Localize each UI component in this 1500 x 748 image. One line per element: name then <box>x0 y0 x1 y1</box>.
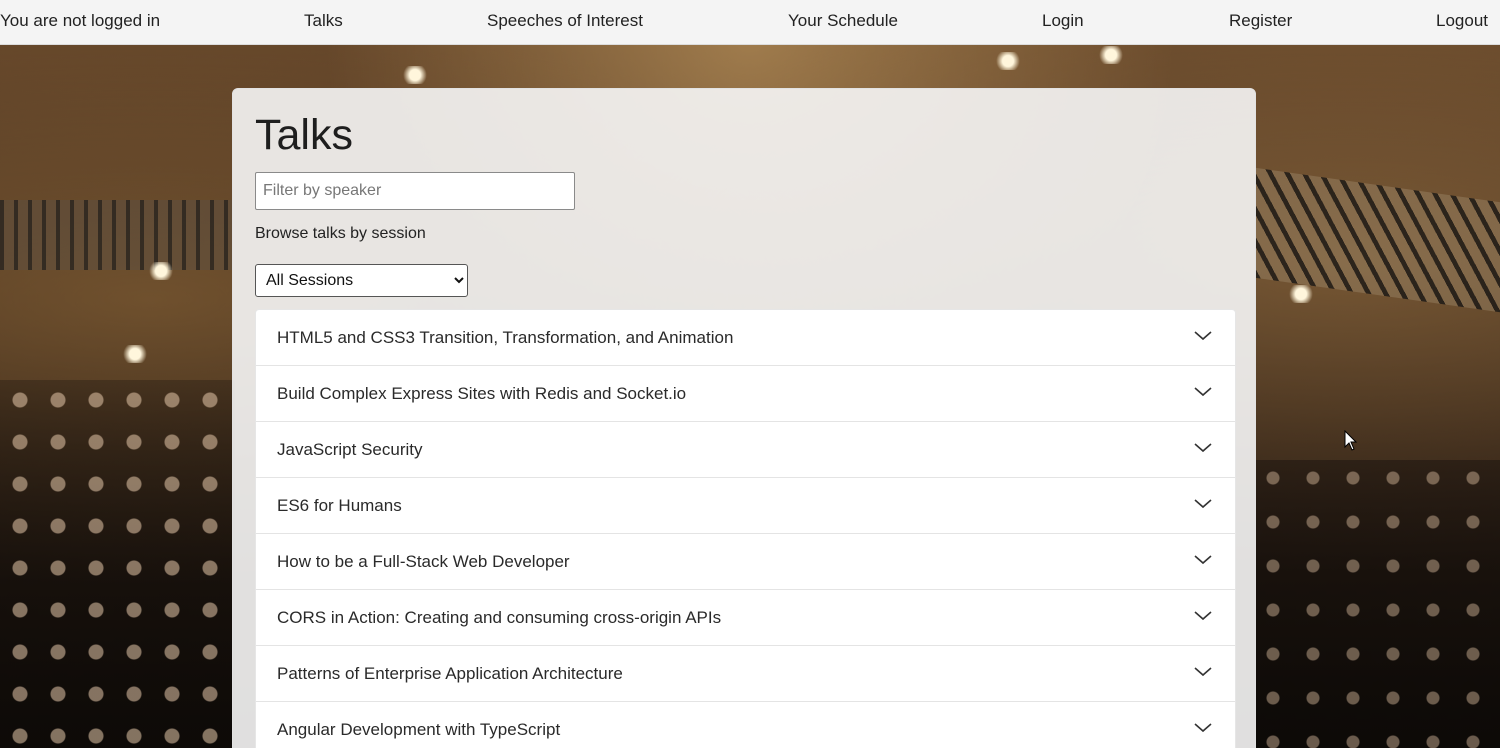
wall-lamp-icon <box>148 262 174 280</box>
talks-panel: Talks Browse talks by session All Sessio… <box>232 88 1256 748</box>
chevron-down-icon[interactable] <box>1193 494 1213 514</box>
chevron-down-icon[interactable] <box>1193 550 1213 570</box>
chevron-down-icon[interactable] <box>1193 662 1213 682</box>
talk-title: Patterns of Enterprise Application Archi… <box>277 664 623 683</box>
ceiling-light-icon <box>995 52 1021 70</box>
talk-item[interactable]: JavaScript Security <box>256 422 1235 478</box>
chevron-down-icon[interactable] <box>1193 606 1213 626</box>
ceiling-light-icon <box>402 66 428 84</box>
wall-lamp-icon <box>1288 285 1314 303</box>
talk-item[interactable]: HTML5 and CSS3 Transition, Transformatio… <box>256 310 1235 366</box>
nav-register-link[interactable]: Register <box>1229 11 1292 31</box>
talk-title: HTML5 and CSS3 Transition, Transformatio… <box>277 328 734 347</box>
nav-login-link[interactable]: Login <box>1042 11 1084 31</box>
background-audience-right <box>1255 460 1500 748</box>
talk-item[interactable]: CORS in Action: Creating and consuming c… <box>256 590 1235 646</box>
speaker-filter-input[interactable] <box>255 172 575 210</box>
talk-list: HTML5 and CSS3 Transition, Transformatio… <box>255 309 1236 748</box>
talk-item[interactable]: Patterns of Enterprise Application Archi… <box>256 646 1235 702</box>
top-navigation: You are not logged in Talks Speeches of … <box>0 0 1500 45</box>
talk-item[interactable]: How to be a Full-Stack Web Developer <box>256 534 1235 590</box>
session-select[interactable]: All Sessions <box>255 264 468 297</box>
talk-title: Angular Development with TypeScript <box>277 720 561 739</box>
wall-lamp-icon <box>122 345 148 363</box>
nav-talks-link[interactable]: Talks <box>304 11 343 31</box>
talk-title: ES6 for Humans <box>277 496 402 515</box>
talk-title: CORS in Action: Creating and consuming c… <box>277 608 722 627</box>
talk-title: JavaScript Security <box>277 440 423 459</box>
browse-sessions-label: Browse talks by session <box>255 225 426 242</box>
chevron-down-icon[interactable] <box>1193 718 1213 738</box>
talk-title: Build Complex Express Sites with Redis a… <box>277 384 687 403</box>
mouse-pointer-icon <box>1344 430 1358 451</box>
talk-title: How to be a Full-Stack Web Developer <box>277 552 570 571</box>
login-status: You are not logged in <box>0 11 161 30</box>
page-title: Talks <box>255 111 353 159</box>
background-audience-left <box>0 380 235 748</box>
chevron-down-icon[interactable] <box>1193 326 1213 346</box>
ceiling-light-icon <box>1098 46 1124 64</box>
background-balcony-left <box>0 200 235 270</box>
talk-item[interactable]: Angular Development with TypeScript <box>256 702 1235 748</box>
nav-your-schedule-link[interactable]: Your Schedule <box>788 11 898 31</box>
talk-item[interactable]: ES6 for Humans <box>256 478 1235 534</box>
chevron-down-icon[interactable] <box>1193 382 1213 402</box>
chevron-down-icon[interactable] <box>1193 438 1213 458</box>
nav-logout-link[interactable]: Logout <box>1436 11 1488 31</box>
nav-speeches-of-interest-link[interactable]: Speeches of Interest <box>487 11 643 31</box>
talk-item[interactable]: Build Complex Express Sites with Redis a… <box>256 366 1235 422</box>
